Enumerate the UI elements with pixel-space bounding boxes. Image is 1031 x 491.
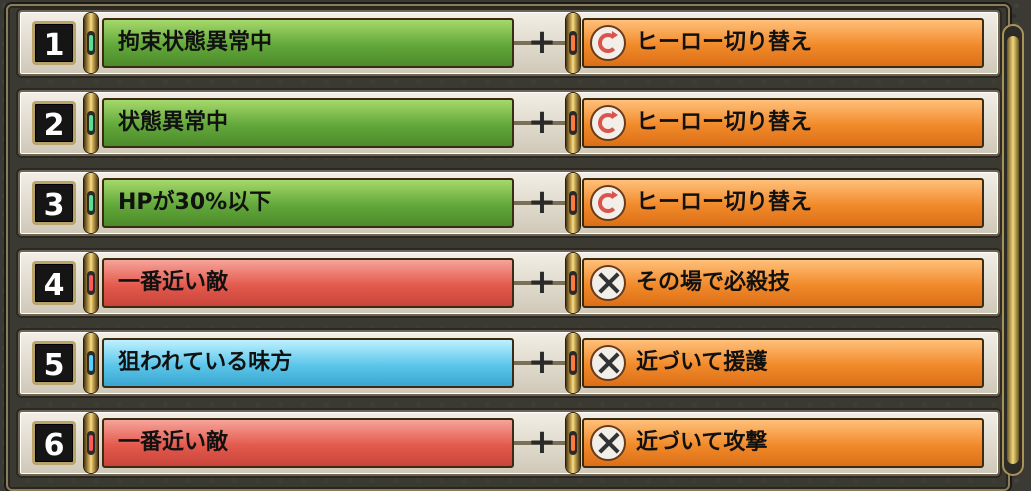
orange-gem-ornament-icon — [566, 13, 580, 73]
orange-gem-ornament-icon — [566, 173, 580, 233]
row-number: 4 — [32, 261, 76, 305]
swap-icon — [590, 105, 626, 141]
red-gem-ornament-icon — [84, 413, 98, 473]
plus-icon: + — [527, 102, 557, 142]
tactic-row-4[interactable]: 4 一番近い敵 + その場で必殺技 — [18, 250, 1000, 316]
tactic-row-5[interactable]: 5 狙われている味方 + 近づいて援護 — [18, 330, 1000, 396]
condition-button[interactable]: 拘束状態異常中 — [102, 18, 514, 68]
action-button[interactable]: ヒーロー切り替え — [582, 178, 984, 228]
condition-button[interactable]: 一番近い敵 — [102, 418, 514, 468]
action-label: ヒーロー切り替え — [636, 110, 813, 135]
orange-gem-ornament-icon — [566, 413, 580, 473]
row-number: 5 — [32, 341, 76, 385]
scrollbar[interactable] — [1002, 24, 1024, 476]
action-button[interactable]: 近づいて攻撃 — [582, 418, 984, 468]
action-label: その場で必殺技 — [636, 270, 791, 295]
action-button[interactable]: ヒーロー切り替え — [582, 18, 984, 68]
plus-icon: + — [527, 182, 557, 222]
row-number: 6 — [32, 421, 76, 465]
green-gem-ornament-icon — [84, 13, 98, 73]
action-button[interactable]: ヒーロー切り替え — [582, 98, 984, 148]
tactic-row-6[interactable]: 6 一番近い敵 + 近づいて攻撃 — [18, 410, 1000, 476]
crossed-swords-icon — [590, 425, 626, 461]
condition-button[interactable]: 一番近い敵 — [102, 258, 514, 308]
plus-icon: + — [527, 22, 557, 62]
action-label: 近づいて攻撃 — [636, 430, 768, 455]
action-button[interactable]: 近づいて援護 — [582, 338, 984, 388]
action-end-cap — [982, 34, 984, 52]
action-end-cap — [982, 274, 984, 292]
orange-gem-ornament-icon — [566, 93, 580, 153]
blue-gem-ornament-icon — [84, 333, 98, 393]
swap-icon — [590, 25, 626, 61]
row-number: 3 — [32, 181, 76, 225]
condition-button[interactable]: HPが30%以下 — [102, 178, 514, 228]
tactic-row-2[interactable]: 2 状態異常中 + ヒーロー切り替え — [18, 90, 1000, 156]
tactic-row-1[interactable]: 1 拘束状態異常中 + ヒーロー切り替え — [18, 10, 1000, 76]
swap-icon — [590, 185, 626, 221]
tactic-row-3[interactable]: 3 HPが30%以下 + ヒーロー切り替え — [18, 170, 1000, 236]
scrollbar-thumb[interactable] — [1007, 36, 1019, 464]
action-end-cap — [982, 114, 984, 132]
action-label: 近づいて援護 — [636, 350, 768, 375]
green-gem-ornament-icon — [84, 173, 98, 233]
orange-gem-ornament-icon — [566, 253, 580, 313]
crossed-swords-icon — [590, 265, 626, 301]
green-gem-ornament-icon — [84, 93, 98, 153]
action-label: ヒーロー切り替え — [636, 30, 813, 55]
plus-icon: + — [527, 342, 557, 382]
plus-icon: + — [527, 422, 557, 462]
action-end-cap — [982, 194, 984, 212]
action-button[interactable]: その場で必殺技 — [582, 258, 984, 308]
condition-button[interactable]: 状態異常中 — [102, 98, 514, 148]
condition-button[interactable]: 狙われている味方 — [102, 338, 514, 388]
orange-gem-ornament-icon — [566, 333, 580, 393]
plus-icon: + — [527, 262, 557, 302]
row-number: 2 — [32, 101, 76, 145]
crossed-swords-icon — [590, 345, 626, 381]
action-end-cap — [982, 434, 984, 452]
action-end-cap — [982, 354, 984, 372]
red-gem-ornament-icon — [84, 253, 98, 313]
row-number: 1 — [32, 21, 76, 65]
action-label: ヒーロー切り替え — [636, 190, 813, 215]
